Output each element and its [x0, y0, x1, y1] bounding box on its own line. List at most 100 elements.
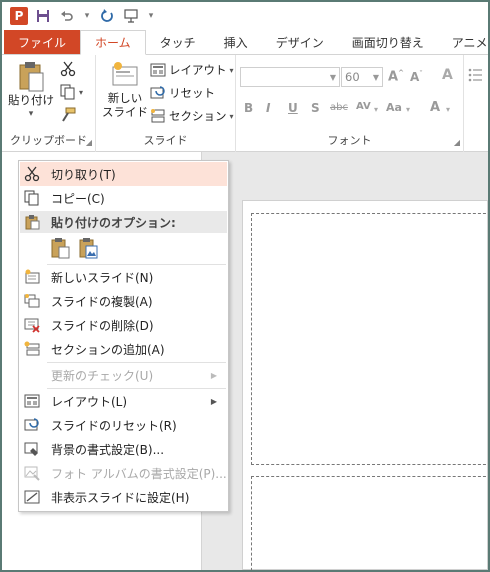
- change-case-button[interactable]: Aa: [386, 101, 402, 114]
- menu-item-add-section[interactable]: セクションの追加(A): [20, 337, 227, 361]
- reset-slide-icon: [24, 418, 39, 431]
- menu-item-layout[interactable]: レイアウト(L) ▶: [20, 389, 227, 413]
- copy-button[interactable]: ▾: [60, 84, 83, 100]
- font-group: ▼ 60 ▼ A^ Aˇ A B I U S abc AV ▾ Aa ▾ A ▾…: [236, 55, 464, 152]
- menu-item-label: セクションの追加(A): [51, 342, 165, 357]
- paste-options-label: 貼り付けのオプション:: [51, 215, 176, 230]
- format-painter-button[interactable]: [60, 107, 76, 123]
- section-label: セクション: [169, 109, 227, 123]
- menu-item-duplicate-slide[interactable]: スライドの複製(A): [20, 289, 227, 313]
- delete-slide-icon: [24, 318, 40, 333]
- menu-item-label: 非表示スライドに設定(H): [51, 490, 190, 505]
- redo-icon[interactable]: [98, 7, 116, 25]
- menu-item-label: 更新のチェック(U): [51, 368, 154, 383]
- cut-button[interactable]: [60, 61, 76, 77]
- character-spacing-button[interactable]: AV: [356, 101, 371, 112]
- photo-album-icon: [24, 466, 40, 481]
- menu-item-copy[interactable]: コピー(C): [20, 186, 227, 210]
- clipboard-group-label: クリップボード: [10, 134, 87, 147]
- clipboard-launcher-icon[interactable]: ◢: [86, 138, 92, 147]
- undo-dropdown-icon[interactable]: ▾: [82, 7, 92, 25]
- slide-editing-area: [202, 152, 488, 570]
- layout-button[interactable]: レイアウト ▾: [150, 62, 234, 78]
- paste-picture-icon[interactable]: [77, 237, 99, 259]
- start-slideshow-icon[interactable]: [122, 7, 140, 25]
- add-section-icon: [24, 341, 40, 356]
- chevron-down-icon: ▼: [372, 72, 379, 82]
- clear-formatting-icon[interactable]: A: [442, 67, 453, 83]
- tab-insert[interactable]: 挿入: [210, 30, 262, 54]
- format-painter-icon: [62, 107, 76, 122]
- menu-item-cut[interactable]: 切り取り(T): [20, 162, 227, 186]
- menu-item-format-background[interactable]: 背景の書式設定(B)...: [20, 437, 227, 461]
- italic-button[interactable]: I: [266, 101, 270, 115]
- tab-animations[interactable]: アニメーション: [438, 30, 488, 54]
- save-icon[interactable]: [34, 7, 52, 25]
- paste-dropdown-icon: ▾: [28, 109, 34, 119]
- layout-icon: [24, 394, 40, 408]
- scissors-icon: [60, 61, 76, 77]
- menu-item-reset-slide[interactable]: スライドのリセット(R): [20, 413, 227, 437]
- menu-item-label: 新しいスライド(N): [51, 270, 154, 285]
- title-placeholder[interactable]: [251, 213, 488, 465]
- font-name-combo[interactable]: ▼: [240, 67, 340, 87]
- reset-label: リセット: [169, 86, 215, 100]
- strikethrough-button[interactable]: abc: [330, 102, 348, 113]
- change-case-dropdown-icon[interactable]: ▾: [406, 105, 410, 114]
- copy-icon: [60, 84, 75, 100]
- font-size-value: 60: [345, 70, 360, 84]
- underline-button[interactable]: U: [288, 101, 298, 115]
- tab-design[interactable]: デザイン: [262, 30, 338, 54]
- paste-options-header: 貼り付けのオプション:: [20, 211, 227, 233]
- scissors-icon: [24, 166, 40, 182]
- copy-icon: [24, 190, 39, 206]
- paste-keep-formatting-icon[interactable]: [49, 237, 71, 259]
- menu-item-check-updates[interactable]: 更新のチェック(U) ▶: [20, 363, 227, 387]
- reset-slide-icon: [150, 86, 165, 99]
- slide-context-menu: 切り取り(T) コピー(C) 貼り付けのオプション: 新しいスライド(N) スラ…: [18, 160, 229, 512]
- paragraph-bullets-icon[interactable]: [468, 67, 482, 86]
- submenu-arrow-icon: ▶: [210, 396, 217, 406]
- menu-item-label: コピー(C): [51, 191, 105, 206]
- tab-touch[interactable]: タッチ: [146, 30, 210, 54]
- paste-icon: [25, 215, 40, 230]
- tab-transitions[interactable]: 画面切り替え: [338, 30, 438, 54]
- undo-icon[interactable]: [58, 7, 76, 25]
- tab-home[interactable]: ホーム: [80, 30, 146, 55]
- new-slide-label-1: 新しい: [107, 91, 143, 105]
- layout-label: レイアウト: [169, 63, 227, 77]
- new-slide-icon: [112, 62, 138, 86]
- powerpoint-window: P ▾ ▾ ファイル ホーム タッチ 挿入 デザイン 画面切り替え アニメーショ…: [0, 0, 490, 572]
- paste-button[interactable]: 貼り付け ▾: [8, 61, 54, 121]
- menu-item-label: レイアウト(L): [51, 394, 128, 409]
- font-color-dropdown-icon[interactable]: ▾: [446, 105, 450, 114]
- tab-file[interactable]: ファイル: [4, 30, 81, 54]
- font-size-combo[interactable]: 60 ▼: [341, 67, 383, 87]
- new-slide-button[interactable]: 新しい スライド: [102, 61, 148, 119]
- subtitle-placeholder[interactable]: [251, 476, 488, 570]
- paste-label: 貼り付け: [8, 93, 54, 107]
- grow-font-icon[interactable]: A^: [388, 69, 404, 84]
- menu-item-new-slide[interactable]: 新しいスライド(N): [20, 265, 227, 289]
- section-button[interactable]: セクション ▾: [150, 108, 234, 124]
- new-slide-icon: [25, 269, 40, 284]
- font-color-button[interactable]: A: [430, 100, 440, 115]
- shadow-button[interactable]: S: [311, 101, 320, 115]
- current-slide[interactable]: [242, 200, 488, 570]
- font-launcher-icon[interactable]: ◢: [454, 138, 460, 147]
- character-spacing-dropdown-icon[interactable]: ▾: [374, 105, 378, 114]
- menu-item-hide-slide[interactable]: 非表示スライドに設定(H): [20, 485, 227, 509]
- slides-group-label: スライド: [143, 134, 188, 147]
- menu-item-delete-slide[interactable]: スライドの削除(D): [20, 313, 227, 337]
- new-slide-label-2: スライド: [102, 105, 148, 119]
- bold-button[interactable]: B: [244, 101, 253, 115]
- menu-item-label: スライドの複製(A): [51, 294, 153, 309]
- customize-toolbar-icon[interactable]: ▾: [146, 7, 156, 25]
- font-group-label: フォント: [327, 134, 372, 147]
- shrink-font-icon[interactable]: Aˇ: [410, 70, 423, 84]
- clipboard-group: 貼り付け ▾ ▾ クリップボード ◢: [2, 55, 96, 152]
- reset-button[interactable]: リセット: [150, 85, 215, 101]
- menu-item-format-photo-album[interactable]: フォト アルバムの書式設定(P)...: [20, 461, 227, 485]
- menu-item-label: 背景の書式設定(B)...: [51, 442, 165, 457]
- quick-access-toolbar: P ▾ ▾: [2, 2, 488, 30]
